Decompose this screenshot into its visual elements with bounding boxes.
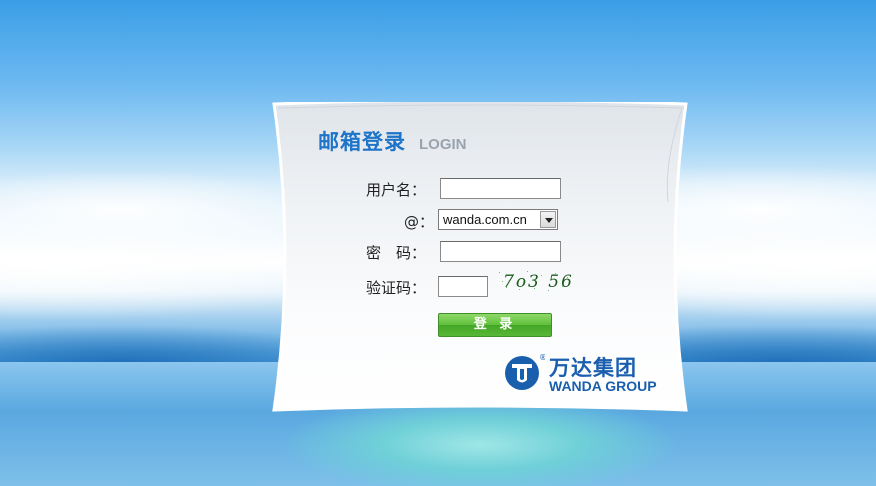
- domain-select-value: wanda.com.cn: [443, 212, 527, 227]
- password-label: 密 码：: [366, 244, 427, 262]
- captcha-label: 验证码：: [366, 279, 427, 297]
- wanda-logo-icon: ®: [505, 353, 545, 390]
- captcha-input[interactable]: [438, 276, 488, 297]
- username-label: 用户名：: [366, 181, 427, 199]
- login-button[interactable]: 登 录: [438, 313, 552, 337]
- logo-name-en: WANDA GROUP: [549, 378, 657, 394]
- panel-reflection: [280, 405, 680, 486]
- chevron-down-icon[interactable]: [540, 211, 556, 228]
- captcha-image[interactable]: 7o3 56: [497, 269, 571, 293]
- domain-label: @：: [404, 213, 435, 231]
- domain-select[interactable]: wanda.com.cn: [438, 209, 558, 230]
- login-title: 邮箱登录: [318, 130, 406, 154]
- login-subtitle: LOGIN: [419, 136, 467, 153]
- captcha-text: 7o3 56: [503, 272, 571, 292]
- password-input[interactable]: [440, 241, 561, 262]
- username-input[interactable]: [440, 178, 561, 199]
- registered-mark: ®: [539, 353, 545, 362]
